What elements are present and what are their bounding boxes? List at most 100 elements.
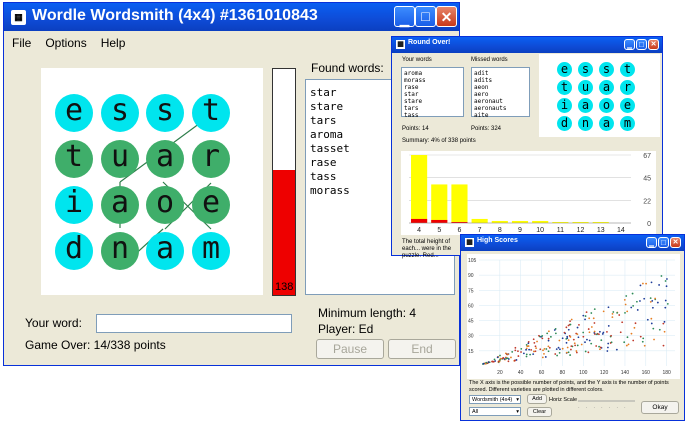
score-point <box>520 347 523 350</box>
score-point <box>482 362 485 365</box>
board-cell[interactable]: o <box>146 186 184 224</box>
score-point <box>634 322 637 325</box>
score-point <box>650 317 653 320</box>
minimize-button[interactable]: ▁ <box>624 39 635 50</box>
score-point <box>561 347 564 350</box>
round-over-window: ▦ Round Over! ▁ □ ✕ Your words Missed wo… <box>391 36 663 259</box>
variety-value: Wordsmith (4x4) <box>472 397 513 403</box>
close-button[interactable]: ✕ <box>436 6 457 27</box>
mini-cell: a <box>578 98 593 113</box>
add-button[interactable]: Add <box>527 394 547 404</box>
maximize-button[interactable]: □ <box>415 6 436 27</box>
score-point <box>602 331 605 334</box>
score-point <box>590 326 593 328</box>
letter-board[interactable]: e s s t t u a r i a o e d n a m <box>41 68 263 295</box>
board-cell[interactable]: a <box>146 140 184 178</box>
score-point <box>658 284 661 286</box>
score-point <box>588 317 591 320</box>
score-point <box>546 332 549 335</box>
mini-cell: m <box>620 116 635 131</box>
board-cell[interactable]: u <box>101 140 139 178</box>
okay-button[interactable]: Okay <box>641 401 679 414</box>
score-point <box>631 292 634 295</box>
score-point <box>595 345 598 347</box>
score-point <box>558 339 561 342</box>
score-point <box>641 340 644 343</box>
minimize-button[interactable]: ▁ <box>646 237 657 248</box>
pause-button[interactable]: Pause <box>316 339 384 359</box>
score-point <box>567 328 570 331</box>
menu-file[interactable]: File <box>12 36 31 50</box>
score-point <box>653 338 655 341</box>
your-words-list[interactable]: aroma morass rase star stare tars tass <box>401 67 464 119</box>
board-cell[interactable]: e <box>192 186 230 224</box>
score-point <box>492 360 495 363</box>
menu-options[interactable]: Options <box>45 36 86 50</box>
mini-cell: t <box>620 62 635 77</box>
mini-cell: s <box>578 62 593 77</box>
maximize-icon: □ <box>661 238 666 247</box>
score-point <box>543 353 545 355</box>
score-point <box>585 311 588 313</box>
board-cell[interactable]: t <box>192 94 230 132</box>
board-cell[interactable]: d <box>55 232 93 270</box>
score-point <box>547 339 550 342</box>
board-cell[interactable]: i <box>55 186 93 224</box>
maximize-button[interactable]: □ <box>636 39 647 50</box>
score-point <box>569 320 571 323</box>
score-point <box>545 348 548 350</box>
y-tick-label: 45 <box>643 175 651 182</box>
score-point <box>538 334 540 337</box>
maximize-button[interactable]: □ <box>658 237 669 248</box>
app-icon: ▦ <box>396 40 405 49</box>
score-point <box>621 321 624 324</box>
score-point <box>567 339 570 342</box>
score-point <box>651 300 654 302</box>
x-tick-label: 120 <box>600 370 609 376</box>
score-point <box>547 330 550 333</box>
score-point <box>595 333 598 336</box>
score-point <box>611 316 614 318</box>
bar-possible <box>431 184 448 223</box>
app-icon[interactable]: ▦ <box>11 10 26 25</box>
score-point <box>665 285 668 288</box>
score-point <box>598 345 600 348</box>
score-point <box>607 346 609 349</box>
variety-select[interactable]: Wordsmith (4x4) ▾ <box>469 395 521 404</box>
menu-help[interactable]: Help <box>101 36 126 50</box>
score-point <box>556 354 559 357</box>
score-point <box>553 329 556 331</box>
board-cell[interactable]: t <box>55 140 93 178</box>
minimize-icon: ▁ <box>649 241 654 247</box>
board-cell[interactable]: s <box>101 94 139 132</box>
maximize-icon: □ <box>421 8 430 24</box>
horiz-scale-slider[interactable]: ······· <box>578 394 635 411</box>
player-select[interactable]: All ▾ <box>469 407 521 416</box>
board-cell[interactable]: n <box>101 232 139 270</box>
your-word-input[interactable] <box>96 314 292 333</box>
close-button[interactable]: ✕ <box>670 237 681 248</box>
board-cell[interactable]: r <box>192 140 230 178</box>
score-point <box>543 348 546 350</box>
score-point <box>517 355 520 357</box>
score-point <box>525 353 528 356</box>
minimize-button[interactable]: ▁ <box>394 6 415 27</box>
board-cell[interactable]: e <box>55 94 93 132</box>
y-tick-label: 22 <box>643 199 651 206</box>
score-point <box>569 336 572 338</box>
highscores-titlebar[interactable]: ▦ High Scores ▁ □ ✕ <box>461 235 684 251</box>
board-cell[interactable]: a <box>146 232 184 270</box>
board-cell[interactable]: m <box>192 232 230 270</box>
score-point <box>527 340 530 343</box>
score-point <box>567 351 570 354</box>
clear-button[interactable]: Clear <box>527 407 552 417</box>
end-button[interactable]: End <box>388 339 456 359</box>
score-point <box>636 309 639 311</box>
main-titlebar[interactable]: ▦ Wordle Wordsmith (4x4) #1361010843 ▁ □… <box>4 3 459 31</box>
round-titlebar[interactable]: ▦ Round Over! ▁ □ ✕ <box>392 37 662 53</box>
close-button[interactable]: ✕ <box>648 39 659 50</box>
board-cell[interactable]: a <box>101 186 139 224</box>
score-point <box>572 338 575 341</box>
board-cell[interactable]: s <box>146 94 184 132</box>
missed-words-list[interactable]: adit adits aeon aero aeronaut aeronauts … <box>471 67 530 119</box>
